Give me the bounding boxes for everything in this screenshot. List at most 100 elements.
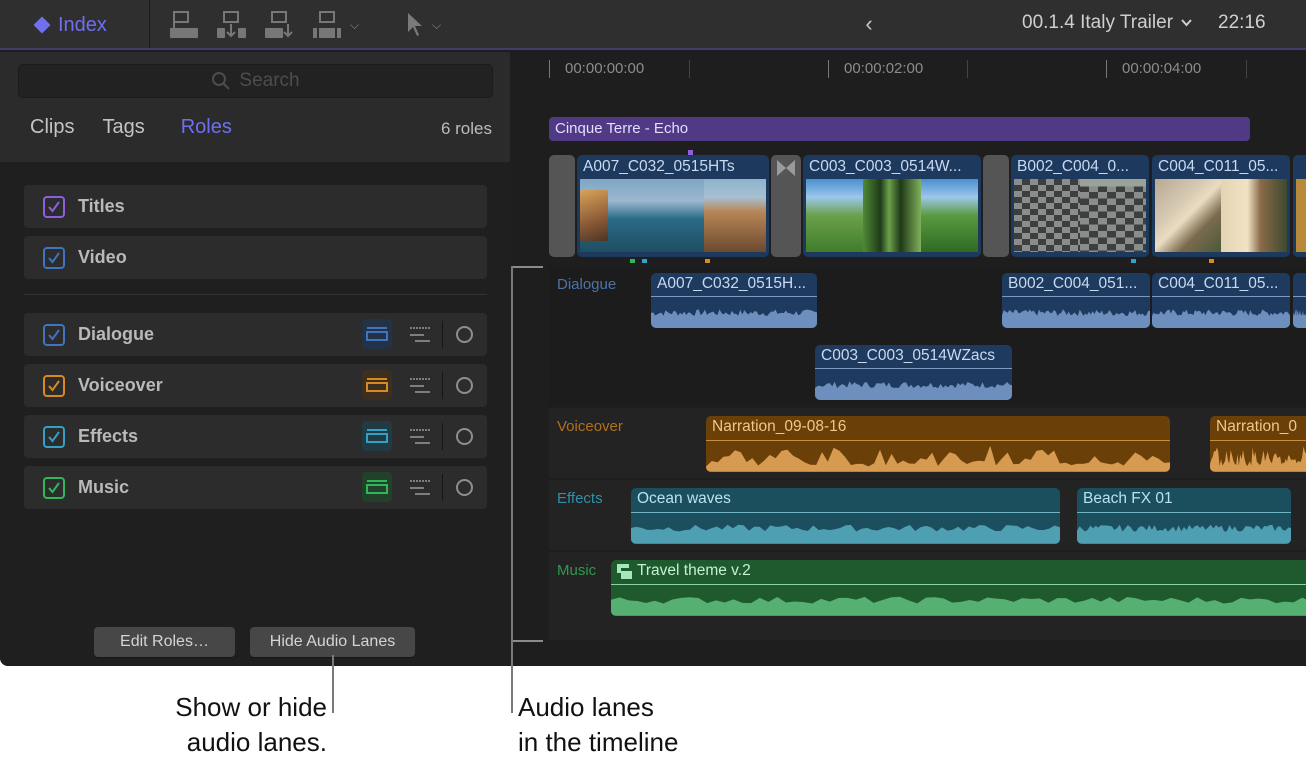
tool-chevron-icon[interactable]: ⌵: [432, 18, 441, 33]
tab-tags[interactable]: Tags: [102, 116, 144, 139]
primary-storyline: A007_C032_0515HTs C003_C003_0514W... B00…: [549, 155, 1306, 263]
checkmark-icon: [48, 328, 60, 341]
hide-audio-lanes-button[interactable]: Hide Audio Lanes: [250, 627, 415, 657]
audio-clip[interactable]: Ocean waves: [631, 488, 1060, 544]
subroles-icon: [410, 429, 430, 444]
role-row-video[interactable]: Video: [24, 236, 487, 279]
role-row-music[interactable]: Music: [24, 466, 487, 509]
overwrite-icon: [313, 11, 341, 38]
select-tool-button[interactable]: ⌵: [404, 10, 441, 40]
effects-marker: [1131, 259, 1136, 263]
show-lane-button[interactable]: [362, 319, 392, 349]
volume-line[interactable]: [815, 368, 1012, 370]
subroles-button[interactable]: [408, 325, 432, 345]
tab-roles[interactable]: Roles: [181, 116, 232, 139]
thumbnail: [1080, 179, 1146, 252]
audio-lane-icon: [366, 378, 388, 392]
tab-clips[interactable]: Clips: [30, 116, 74, 139]
append-button[interactable]: [264, 10, 296, 40]
audio-clip-label: Travel theme v.2: [617, 562, 751, 580]
role-row-effects[interactable]: Effects: [24, 415, 487, 458]
gap-clip[interactable]: [983, 155, 1009, 257]
checkmark-icon: [48, 430, 60, 443]
role-checkbox[interactable]: [43, 323, 65, 346]
connect-button[interactable]: [168, 10, 200, 40]
audio-clip-label: Narration_0: [1216, 418, 1297, 435]
timeline-back-button[interactable]: ‹: [858, 10, 880, 38]
title-clip[interactable]: Cinque Terre - Echo: [549, 117, 1250, 141]
cross-dissolve-icon: [777, 160, 795, 176]
audio-clip[interactable]: Beach FX 01: [1077, 488, 1291, 544]
volume-line[interactable]: [631, 511, 1060, 513]
edit-options-chevron-icon[interactable]: ⌵: [350, 18, 359, 33]
row-divider: [442, 372, 443, 399]
role-row-voiceover[interactable]: Voiceover: [24, 364, 487, 407]
volume-line[interactable]: [1293, 296, 1306, 298]
audio-clip[interactable]: Narration_09-08-16: [706, 416, 1170, 472]
audio-clip-label: A007_C032_0515H...: [657, 275, 807, 292]
volume-line[interactable]: [1152, 296, 1290, 298]
audio-clip[interactable]: [1293, 273, 1306, 328]
audio-lane-dialogue: Dialogue A007_C032_0515H... C003_C003_05…: [549, 266, 1306, 406]
focus-role-button[interactable]: [456, 428, 473, 445]
audio-clip[interactable]: C003_C003_0514WZacs: [815, 345, 1012, 400]
thumbnail: [1014, 179, 1080, 252]
show-lane-button[interactable]: [362, 370, 392, 400]
index-button[interactable]: Index: [33, 12, 107, 38]
focus-role-button[interactable]: [456, 377, 473, 394]
filmstrip: [1155, 179, 1287, 252]
project-name: 00.1.4 Italy Trailer: [1022, 12, 1174, 33]
role-row-dialogue[interactable]: Dialogue: [24, 313, 487, 356]
thumbnail: [806, 179, 864, 252]
show-lane-button[interactable]: [362, 421, 392, 451]
project-name-menu[interactable]: 00.1.4 Italy Trailer: [1022, 12, 1192, 34]
voiceover-marker: [705, 259, 710, 263]
gap-clip[interactable]: [549, 155, 575, 257]
show-lane-button[interactable]: [362, 472, 392, 502]
role-checkbox[interactable]: [43, 374, 65, 397]
filmstrip: [1014, 179, 1146, 252]
subroles-icon: [410, 378, 430, 393]
transition[interactable]: [771, 155, 801, 257]
roles-divider: [24, 294, 487, 295]
volume-line[interactable]: [1210, 439, 1306, 441]
lane-name: Voiceover: [557, 418, 623, 435]
subroles-button[interactable]: [408, 376, 432, 396]
subroles-button[interactable]: [408, 427, 432, 447]
role-checkbox[interactable]: [43, 476, 65, 499]
audio-clip[interactable]: Travel theme v.2: [611, 560, 1306, 616]
waveform: [651, 309, 817, 328]
ruler-tick: [828, 60, 829, 78]
focus-role-button[interactable]: [456, 479, 473, 496]
timeline-index-panel: Search Clips Tags Roles 6 roles Titles Vi…: [0, 52, 510, 666]
video-clip[interactable]: A007_C032_0515HTs: [577, 155, 769, 257]
volume-line[interactable]: [706, 439, 1170, 441]
role-row-titles[interactable]: Titles: [24, 185, 487, 228]
volume-line[interactable]: [1002, 296, 1150, 298]
video-clip[interactable]: [1293, 155, 1306, 257]
role-checkbox[interactable]: [43, 195, 65, 218]
subroles-button[interactable]: [408, 478, 432, 498]
overwrite-button[interactable]: ⌵: [312, 10, 359, 40]
search-field[interactable]: Search: [18, 64, 493, 98]
focus-role-button[interactable]: [456, 326, 473, 343]
insert-button[interactable]: [216, 10, 248, 40]
audio-clip[interactable]: A007_C032_0515H...: [651, 273, 817, 328]
waveform-shape: [1210, 446, 1306, 472]
audio-clip[interactable]: Narration_0: [1210, 416, 1306, 472]
callout-text: in the timeline: [518, 727, 679, 757]
volume-line[interactable]: [611, 583, 1306, 585]
audio-clip[interactable]: C004_C011_05...: [1152, 273, 1290, 328]
callout-text: audio lanes.: [186, 727, 327, 757]
edit-roles-button[interactable]: Edit Roles…: [94, 627, 235, 657]
role-checkbox[interactable]: [43, 425, 65, 448]
audio-clip[interactable]: B002_C004_051...: [1002, 273, 1150, 328]
volume-line[interactable]: [1077, 511, 1291, 513]
role-checkbox[interactable]: [43, 246, 65, 269]
waveform: [1152, 309, 1290, 328]
video-clip[interactable]: C003_C003_0514W...: [803, 155, 981, 257]
video-clip[interactable]: C004_C011_05...: [1152, 155, 1290, 257]
music-marker: [630, 259, 635, 263]
volume-line[interactable]: [651, 296, 817, 298]
video-clip[interactable]: B002_C004_0...: [1011, 155, 1149, 257]
